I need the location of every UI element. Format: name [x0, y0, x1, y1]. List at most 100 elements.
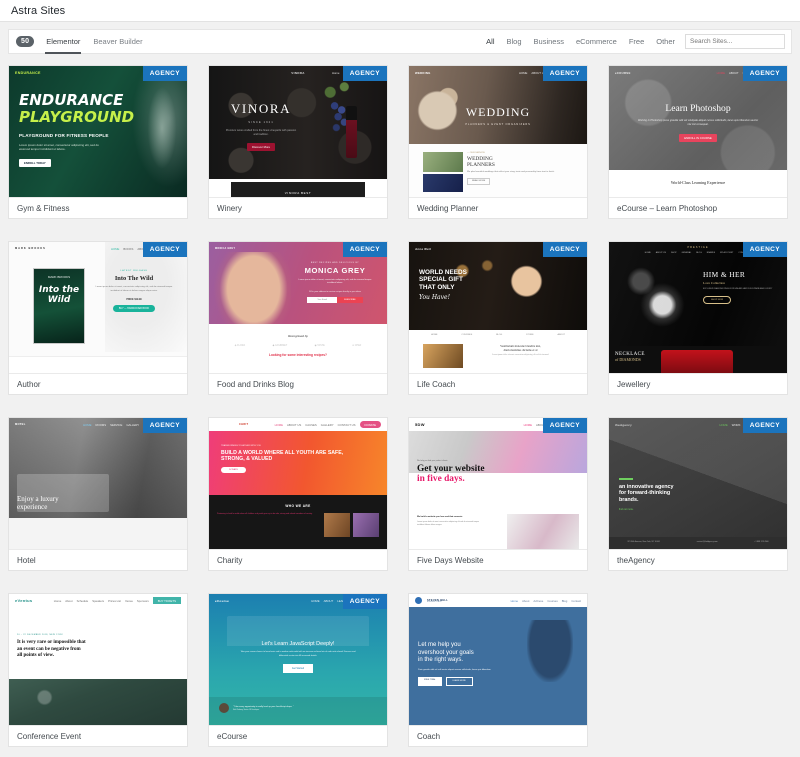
site-card[interactable]: AGENCY eCOURSE HOMEABOUTCOURSESTESTIMONI… [608, 65, 788, 219]
search-input[interactable] [685, 34, 785, 49]
page-builder-tabs: 50 Elementor Beaver Builder [16, 30, 144, 53]
site-card[interactable]: AGENCY Anna Weil WORLD NEEDS SPECIAL GIF… [408, 241, 588, 395]
site-card[interactable]: STEVEN BELL BUSINESS COACH Home About Ac… [408, 593, 588, 747]
mock-nav-link: HOME [519, 71, 527, 75]
mock-body: Lorem ipsum dolor sit amet, consectetur … [19, 143, 105, 152]
site-card[interactable]: CHRIT HOME ABOUT US CAUSES GALLERY CONTA… [208, 417, 388, 571]
site-card[interactable]: AGENCY VINORA HomeOur StoryProductsShop … [208, 65, 388, 219]
mock-headline: It is very rare or impossible that [17, 640, 86, 647]
mock-quote: " Take every opportunity to really level… [233, 706, 294, 708]
mock-eyebrow: BEST RECIPES AND DELICIOUS BY [289, 262, 381, 264]
site-card[interactable]: AGENCY MONICA GREY CONTACTABOUT US BEST … [208, 241, 388, 395]
agency-badge: AGENCY [743, 418, 787, 433]
mock-body: Take your course chance to learn basic a… [238, 651, 358, 658]
site-card[interactable]: AGENCY PRESTIGE HOME ABOUT US SHOP GENER… [608, 241, 788, 395]
mock-footer-phone: +1 888 123 4560 [754, 541, 768, 543]
site-title: eCourse – Learn Photoshop [609, 197, 787, 218]
mock-lower-title-2: PLANNERS [467, 162, 573, 168]
mock-nav-link: SHOP [671, 252, 677, 254]
mock-nav-link: Contact [571, 599, 581, 603]
site-thumbnail: eVentus Home About Schedule Speakers Pri… [9, 594, 187, 725]
mock-lower-title: WHO WE ARE [209, 495, 387, 508]
agency-badge: AGENCY [343, 242, 387, 257]
mock-nav-link: CAUSES [305, 423, 317, 427]
mock-cta-button: find out more. [619, 508, 674, 511]
mock-cta-button-secondary: LEARN MORE [446, 677, 473, 686]
mock-nav-link: HOME [717, 71, 725, 75]
mock-nav-link: ABOUT US [656, 252, 666, 254]
mock-price: PRICE $19.99 [95, 298, 173, 301]
site-card[interactable]: AGENCY 5DW HOMEABOUTOUR WORKPRICING We h… [408, 417, 588, 571]
mock-headline-2: for forward-thinking [619, 490, 674, 496]
mock-headline: WORLD NEEDS [419, 269, 587, 276]
page-title: Astra Sites [11, 5, 65, 17]
mock-nav-link: ROOMS [96, 423, 107, 427]
site-card[interactable]: AGENCY theAgency HOMEWORKOFFERSPAGESBLOG… [608, 417, 788, 571]
category-filters: All Blog Business eCommerce Free Other [486, 37, 675, 47]
mock-headline-2: PLAYGROUND [19, 110, 177, 125]
mock-nav-link: HOME [719, 423, 727, 427]
mock-cta-button: SUBSCRIBE [337, 297, 363, 303]
mock-nav-link: HOME [645, 252, 651, 254]
agency-badge: AGENCY [743, 66, 787, 81]
site-card[interactable]: AGENCY MARK BROOKS HOMEBOOKSABOUT MEBLOG… [8, 241, 188, 395]
mock-lower-title: We build a website you love and that con… [417, 516, 483, 518]
site-thumbnail: PRESTIGE HOME ABOUT US SHOP GENERAL BLOG… [609, 242, 787, 373]
filter-business[interactable]: Business [534, 37, 564, 47]
mock-site: eCourse HOMEABOUTLEARNTESTIMONIALBLOG Le… [209, 594, 387, 725]
site-card[interactable]: eVentus Home About Schedule Speakers Pri… [8, 593, 188, 747]
mock-body: Lorem ipsum dolor sit amet, consectetur … [289, 279, 381, 286]
filter-blog[interactable]: Blog [507, 37, 522, 47]
tab-beaver-builder[interactable]: Beaver Builder [92, 30, 143, 53]
mock-cta-button: DONATE [221, 467, 246, 473]
mock-headline: Learn Photoshop [609, 103, 787, 114]
site-title: theAgency [609, 549, 787, 570]
mock-headline-3: all points of view. [17, 653, 86, 660]
mock-nav-link: Courses [547, 599, 557, 603]
mock-nav-link: HOME [275, 423, 283, 427]
site-card[interactable]: AGENCY ENDURANCE HOMECLASSES ENDURANCE P… [8, 65, 188, 219]
mock-nav-link: SERVICE [110, 423, 122, 427]
filter-other[interactable]: Other [656, 37, 675, 47]
site-thumbnail: MONICA GREY CONTACTABOUT US BEST RECIPES… [209, 242, 387, 373]
mock-nav-cta: DONATE [360, 421, 381, 428]
mock-logo: eCourse [215, 599, 229, 603]
window-header: Astra Sites [0, 0, 800, 22]
mock-headline-2: in five days. [417, 474, 485, 484]
mock-nav-link: HOME [524, 423, 532, 427]
site-thumbnail: WEDDING HOMEABOUT USSERVICESCONTACT WEDD… [409, 66, 587, 197]
mock-headline: Get your website [417, 464, 485, 474]
filter-all[interactable]: All [486, 37, 494, 47]
mock-footer: VINORA BEST [231, 182, 365, 197]
site-thumbnail: MOTEL HOMEROOMSSERVICEGALLERYTESTIMONIAL… [9, 418, 187, 549]
mock-footer: " Take every opportunity to really level… [209, 697, 387, 725]
mock-footer-email: contact@theAgency.com [697, 541, 718, 543]
mock-book-cover: MARK BROOKS Into the Wild [33, 268, 85, 344]
mock-nav-link: BRANDS [707, 252, 715, 254]
site-thumbnail: ENDURANCE HOMECLASSES ENDURANCE PLAYGROU… [9, 66, 187, 197]
mock-site: eCOURSE HOMEABOUTCOURSESTESTIMONIALS Lea… [609, 66, 787, 197]
tab-elementor[interactable]: Elementor [45, 30, 81, 53]
agency-badge: AGENCY [743, 242, 787, 257]
mock-cta-button: READ MORE [467, 178, 490, 185]
mock-nav-link: HOME [311, 599, 319, 603]
mock-headline: Enjoy a luxury [17, 495, 59, 503]
mock-logo: CHRIT [239, 423, 248, 426]
agency-badge: AGENCY [143, 242, 187, 257]
site-card[interactable]: AGENCY eCourse HOMEABOUTLEARNTESTIMONIAL… [208, 593, 388, 747]
mock-site: PRESTIGE HOME ABOUT US SHOP GENERAL BLOG… [609, 242, 787, 373]
site-card[interactable]: AGENCY WEDDING HOMEABOUT USSERVICESCONTA… [408, 65, 588, 219]
mock-logo: MARK BROOKS [15, 247, 46, 250]
site-title: Conference Event [9, 725, 187, 746]
mock-eyebrow: TRANSFORMING TOGETHER WITH YOU [221, 445, 387, 447]
filter-ecommerce[interactable]: eCommerce [576, 37, 617, 47]
mock-cta-button: ENROLL TODAY [19, 159, 51, 167]
mock-nav-link: WORK [732, 423, 741, 427]
agency-badge: AGENCY [143, 418, 187, 433]
site-thumbnail: eCOURSE HOMEABOUTCOURSESTESTIMONIALS Lea… [609, 66, 787, 197]
mock-nav-cta: BUY TICKETS [153, 597, 181, 604]
filter-free[interactable]: Free [629, 37, 644, 47]
mock-lower-section: HOME COURSES BLOG STORE ABOUT Vestibulum… [409, 330, 587, 373]
site-title: Charity [209, 549, 387, 570]
site-card[interactable]: AGENCY MOTEL HOMEROOMSSERVICEGALLERYTEST… [8, 417, 188, 571]
